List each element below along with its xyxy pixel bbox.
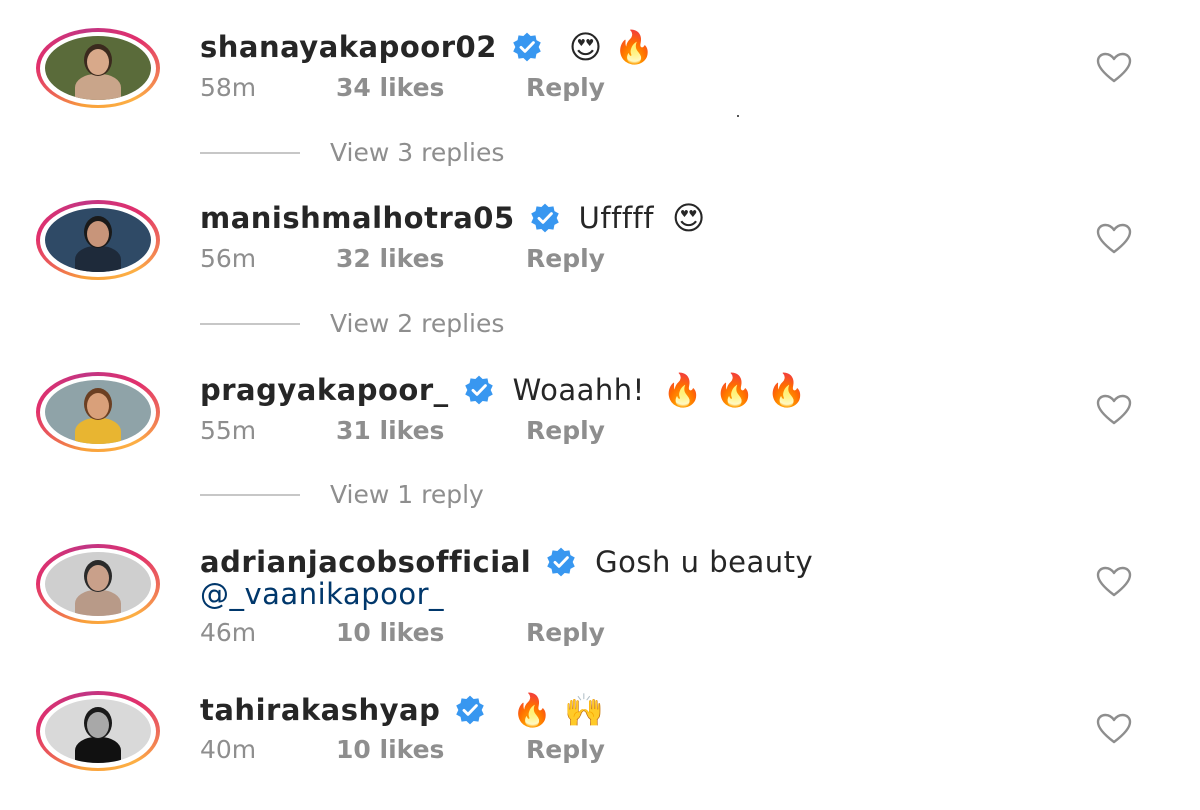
view-replies-button[interactable]: View 2 replies: [200, 309, 504, 338]
heart-outline-icon[interactable]: [1096, 394, 1132, 426]
view-replies-button[interactable]: View 1 reply: [200, 480, 484, 509]
heart-outline-icon[interactable]: [1096, 566, 1132, 598]
avatar[interactable]: [36, 200, 162, 280]
heart-outline-icon[interactable]: [1096, 713, 1132, 745]
avatar[interactable]: [36, 372, 162, 452]
reply-divider-line: [200, 493, 300, 496]
timestamp: 55m: [200, 416, 257, 445]
username-link[interactable]: adrianjacobsofficial: [200, 545, 531, 579]
username-link[interactable]: pragyakapoor_: [200, 373, 449, 407]
reply-divider-line: [200, 151, 300, 154]
timestamp: 56m: [200, 244, 257, 273]
timestamp: 58m: [200, 73, 257, 102]
view-replies-label[interactable]: View 2 replies: [330, 309, 504, 338]
likes-count[interactable]: 10 likes: [336, 618, 526, 647]
emoji: 🙌: [564, 691, 605, 729]
comment-header: adrianjacobsofficial Gosh u beauty: [200, 545, 813, 579]
likes-count[interactable]: 34 likes: [336, 73, 526, 102]
timestamp: 46m: [200, 618, 257, 647]
comment-header: shanayakapoor02 😍 🔥: [200, 30, 654, 64]
username-link[interactable]: shanayakapoor02: [200, 30, 497, 64]
heart-outline-icon[interactable]: [1096, 223, 1132, 255]
view-replies-label[interactable]: View 1 reply: [330, 480, 484, 509]
reply-button[interactable]: Reply: [526, 244, 605, 273]
verified-badge-icon: [511, 31, 543, 63]
emoji: 🔥: [512, 691, 553, 729]
username-link[interactable]: tahirakashyap: [200, 693, 440, 727]
likes-count[interactable]: 31 likes: [336, 416, 526, 445]
emoji: 🔥: [714, 371, 755, 409]
verified-badge-icon: [545, 546, 577, 578]
heart-outline-icon[interactable]: [1096, 52, 1132, 84]
emoji: 😍: [671, 199, 706, 237]
comment-header: tahirakashyap 🔥 🙌: [200, 693, 604, 727]
comment-text: Ufffff: [578, 201, 654, 235]
emoji: 🔥: [766, 371, 807, 409]
verified-badge-icon: [529, 202, 561, 234]
avatar[interactable]: [36, 28, 162, 108]
verified-badge-icon: [454, 694, 486, 726]
reply-divider-line: [200, 322, 300, 325]
comment-header: manishmalhotra05 Ufffff 😍: [200, 201, 705, 235]
reply-button[interactable]: Reply: [526, 735, 605, 764]
avatar[interactable]: [36, 691, 162, 771]
comment-meta: 56m 32 likes Reply: [200, 244, 605, 273]
reply-button[interactable]: Reply: [526, 618, 605, 647]
comment-header: pragyakapoor_ Woaahh! 🔥 🔥 🔥: [200, 373, 806, 407]
view-replies-label[interactable]: View 3 replies: [330, 138, 504, 167]
timestamp: 40m: [200, 735, 257, 764]
reply-button[interactable]: Reply: [526, 73, 605, 102]
emoji: 🔥: [614, 28, 655, 66]
comment-meta: 55m 31 likes Reply: [200, 416, 605, 445]
comment-text: Gosh u beauty: [595, 545, 814, 579]
username-link[interactable]: manishmalhotra05: [200, 201, 515, 235]
dot-artifact: [737, 115, 739, 117]
view-replies-button[interactable]: View 3 replies: [200, 138, 504, 167]
likes-count[interactable]: 10 likes: [336, 735, 526, 764]
avatar[interactable]: [36, 544, 162, 624]
reply-button[interactable]: Reply: [526, 416, 605, 445]
emoji: 😍: [568, 28, 603, 66]
mention-link[interactable]: @_vaanikapoor_: [200, 577, 444, 611]
verified-badge-icon: [463, 374, 495, 406]
emoji: 🔥: [662, 371, 703, 409]
comment-meta: 58m 34 likes Reply: [200, 73, 605, 102]
likes-count[interactable]: 32 likes: [336, 244, 526, 273]
comment-meta: 40m 10 likes Reply: [200, 735, 605, 764]
comment-text: Woaahh!: [512, 373, 645, 407]
comment-meta: 46m 10 likes Reply: [200, 618, 605, 647]
